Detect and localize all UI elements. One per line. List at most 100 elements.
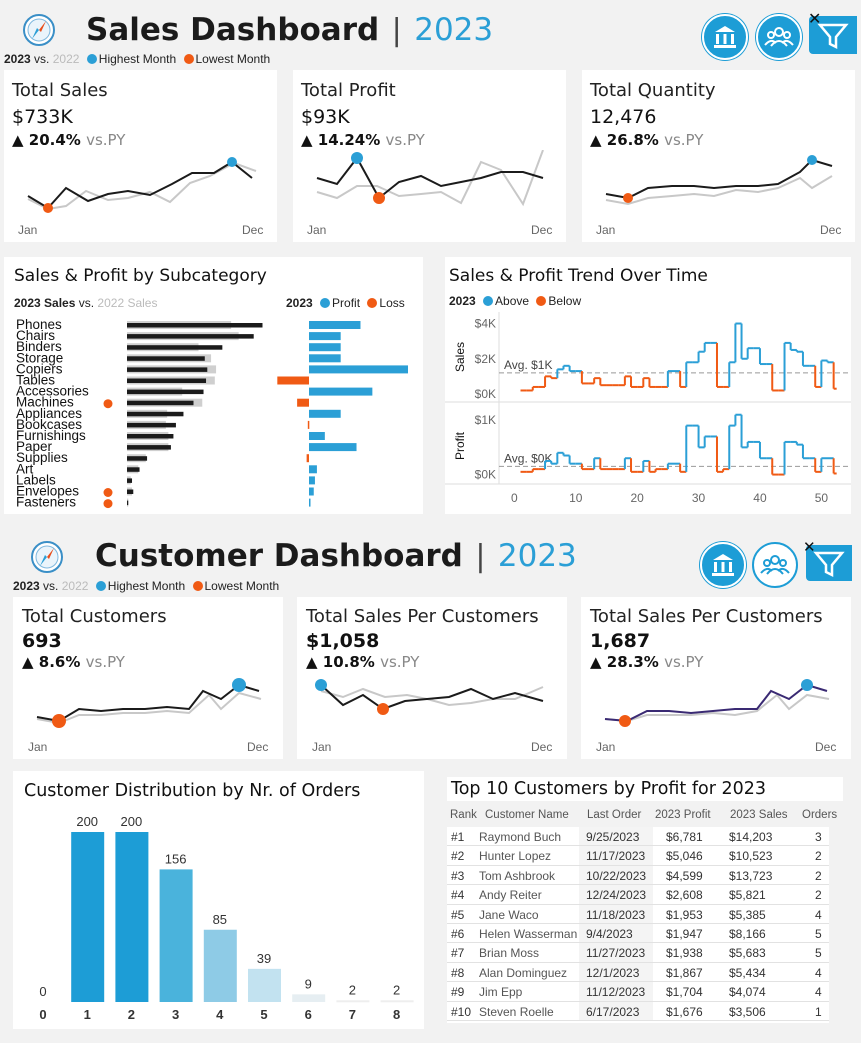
rank-cell: #5 — [451, 907, 465, 922]
rank-cell: #6 — [451, 927, 465, 941]
dashboard-title-text: Sales Dashboard — [86, 12, 380, 48]
table-row[interactable]: #4 Andy Reiter 12/24/2023 $2,608 $5,821 2 — [447, 885, 829, 905]
kpi-title: Total Customers — [22, 606, 167, 627]
customers-button[interactable] — [756, 14, 802, 60]
bar-2023-sales — [127, 500, 129, 506]
legend-previous-year: 2022 — [52, 52, 80, 66]
sales-cell: $10,523 — [729, 849, 773, 864]
above-dot-icon — [483, 296, 494, 306]
bar-value-label: 39 — [257, 951, 271, 966]
kpi-title: Total Sales Per Customers — [590, 606, 823, 627]
legend-current-year: 2023 — [4, 52, 31, 66]
legend-loss: Loss — [379, 296, 405, 310]
legend-previous-year: 2022 — [61, 579, 89, 593]
kpi-card-total-customers: Total Customers 693 ▲ 8.6% vs.PY Jan Dec — [13, 597, 283, 759]
kpi-vs: vs.PY — [664, 653, 704, 671]
table-row[interactable]: #10 Steven Roelle 6/17/2023 $1,676 $3,506 1 — [447, 1001, 829, 1021]
last-order-cell: 12/1/2023 — [586, 965, 640, 980]
customers-button[interactable] — [752, 542, 798, 588]
y-axis-label: Profit — [453, 431, 467, 460]
bar-2023-sales — [127, 400, 194, 406]
close-icon[interactable]: ✕ — [803, 538, 816, 556]
table-row[interactable]: #8 Alan Dominguez 12/1/2023 $1,867 $5,434 4 — [447, 962, 829, 983]
profit-cell: $1,704 — [666, 985, 703, 1000]
sparkline-end: Dec — [531, 740, 553, 754]
bank-button[interactable] — [700, 542, 746, 588]
x-tick-label: 1 — [84, 1007, 91, 1022]
profit-cell: $4,599 — [666, 868, 703, 883]
customer-name-cell: Helen Wasserman — [479, 927, 578, 941]
sparkline-quantity-per-customer — [604, 679, 830, 727]
close-icon[interactable]: ✕ — [808, 9, 821, 29]
sales-cell: $5,385 — [729, 907, 766, 922]
x-tick-label: 2 — [128, 1007, 135, 1022]
bar-profit — [309, 432, 325, 440]
sales-legend: 2023 vs. 2022 Highest Month Lowest Month — [4, 52, 270, 66]
kpi-value: $733K — [12, 106, 73, 128]
bank-icon — [712, 554, 734, 576]
distribution-bar — [159, 869, 193, 1002]
last-order-cell: 11/17/2023 — [586, 849, 646, 864]
bar-2023-sales — [127, 456, 148, 461]
rank-cell: #2 — [451, 849, 465, 864]
bar-2023-sales — [127, 323, 263, 328]
sparkline-start: Jan — [312, 740, 332, 754]
kpi-card-sales-per-customer: Total Sales Per Customers $1,058 ▲ 10.8%… — [297, 597, 567, 759]
up-arrow-icon: ▲ — [590, 653, 602, 671]
trend-chart: Avg. $1K$4K$2K$0KSalesAvg. $0K$1K$0KProf… — [445, 312, 851, 505]
avg-label: Avg. $1K — [504, 358, 552, 372]
sales-dashboard-title: Sales Dashboard | 2023 — [86, 12, 493, 48]
top10-title: Top 10 Customers by Profit for 2023 — [447, 777, 843, 801]
customer-name-cell: Tom Ashbrook — [479, 868, 556, 883]
bar-2023-sales — [127, 489, 134, 494]
bar-value-label: 9 — [305, 976, 312, 991]
table-body: #1 Raymond Buch 9/25/2023 $6,781 $14,203 3 #2 H… — [447, 827, 829, 1023]
table-row[interactable]: #3 Tom Ashbrook 10/22/2023 $4,599 $13,723 2 — [447, 865, 829, 886]
loss-dot-icon — [103, 499, 113, 509]
y-tick-label: $4K — [475, 317, 496, 331]
sales-cell: $5,821 — [729, 888, 766, 903]
customer-name-cell: Alan Dominguez — [479, 965, 568, 980]
last-order-cell: 9/4/2023 — [586, 927, 633, 941]
table-row[interactable]: #7 Brian Moss 11/27/2023 $1,938 $5,683 5 — [447, 943, 829, 963]
x-tick-label: 30 — [692, 491, 706, 505]
distribution-bar — [115, 832, 149, 1002]
category-label: Fasteners — [16, 495, 76, 510]
sales-compass-icon — [22, 13, 56, 47]
sparkline-start: Jan — [307, 223, 327, 237]
distribution-chart: 0 0 200 1 200 2 156 3 85 4 39 5 9 6 2 7 2 8 — [39, 814, 414, 1022]
bar-profit — [309, 343, 341, 352]
table-row[interactable]: #1 Raymond Buch 9/25/2023 $6,781 $14,203 3 — [447, 827, 829, 847]
profit-cell: $6,781 — [666, 830, 703, 844]
table-row[interactable]: #2 Hunter Lopez 11/17/2023 $5,046 $10,523 2 — [447, 846, 829, 866]
kpi-card-total-quantity: Total Quantity 12,476 ▲ 26.8% vs.PY Jan … — [582, 70, 855, 242]
table-row[interactable]: #6 Helen Wasserman 9/4/2023 $1,947 $8,166 5 — [447, 924, 829, 944]
sales-cell: $3,506 — [729, 1004, 766, 1019]
kpi-vs: vs.PY — [385, 131, 425, 149]
table-row[interactable]: #9 Jim Epp 11/12/2023 $1,704 $4,074 4 — [447, 982, 829, 1002]
kpi-vs: vs.PY — [664, 131, 704, 149]
kpi-title: Total Quantity — [590, 80, 716, 101]
legend-above: Above — [495, 294, 530, 308]
sales-cell: $5,683 — [729, 946, 766, 961]
rank-cell: #10 — [451, 1004, 472, 1019]
kpi-value: $1,058 — [306, 630, 380, 652]
legend-below: Below — [548, 294, 582, 308]
trend-panel: Sales & Profit Trend Over Time 2023 Abov… — [445, 257, 851, 514]
kpi-card-total-sales: Total Sales $733K ▲ 20.4% vs.PY Jan Dec — [4, 70, 277, 242]
table-row[interactable]: #5 Jane Waco 11/18/2023 $1,953 $5,385 4 — [447, 904, 829, 924]
bar-profit — [309, 354, 341, 363]
distribution-bar — [248, 968, 281, 1002]
bar-2023-sales — [127, 389, 204, 395]
kpi-change: ▲ 26.8% vs.PY — [590, 131, 703, 149]
last-order-cell: 11/18/2023 — [586, 907, 646, 922]
sparkline-total-sales — [27, 157, 257, 213]
kpi-change-value: 26.8% — [606, 131, 659, 149]
legend-2022-sales: 2022 Sales — [97, 296, 158, 310]
sparkline-end: Dec — [247, 740, 269, 754]
bar-profit — [309, 476, 315, 485]
legend-profit: Profit — [332, 296, 361, 310]
bar-profit — [309, 443, 357, 452]
bar-value-label: 2 — [349, 982, 356, 997]
bank-button[interactable] — [702, 14, 748, 60]
